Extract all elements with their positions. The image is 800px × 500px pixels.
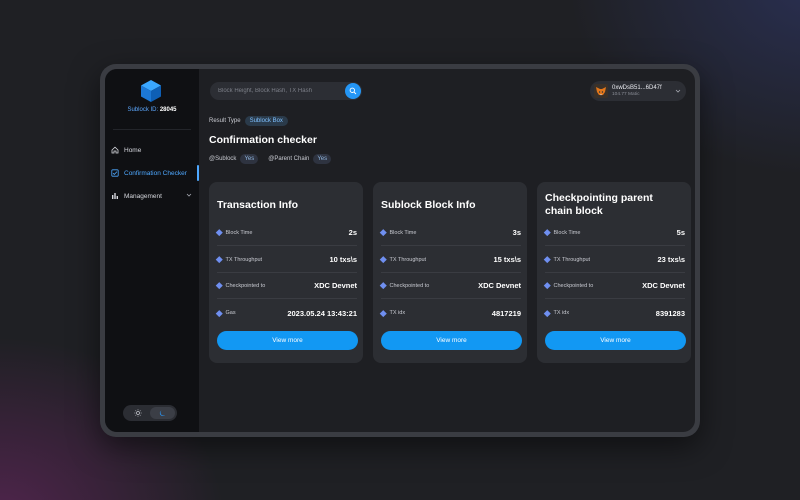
card-row: Checkpointed to XDC Devnet xyxy=(380,273,521,299)
row-value: 15 txs\s xyxy=(493,255,521,264)
card-row: TX Throughput 23 txs\s xyxy=(544,247,685,273)
row-label: Checkpointed to xyxy=(225,282,266,289)
chevron-down-icon xyxy=(186,193,192,197)
diamond-bullet-icon xyxy=(216,309,223,317)
app-screen: Sublock ID: 28045 Home Confirmation Chec… xyxy=(105,69,695,432)
row-label: Checkpointed to xyxy=(553,282,594,289)
diamond-bullet-icon xyxy=(544,229,551,236)
chevron-down-icon xyxy=(675,89,681,93)
tag-value-badge: Yes xyxy=(313,154,332,164)
result-type-badge: Sublock Box xyxy=(244,116,288,126)
result-type: Result Type Sublock Box xyxy=(209,116,288,126)
checkpointing-parent-chain-block-card: Checkpointing parent chain block Block T… xyxy=(537,182,691,363)
row-value: XDC Devnet xyxy=(642,281,685,290)
diamond-bullet-icon xyxy=(544,256,551,263)
page-title: Confirmation checker xyxy=(209,134,317,146)
transaction-info-card: Transaction Info Block Time 2s TX Throug… xyxy=(209,182,363,363)
card-row: TX idx 8391283 xyxy=(544,300,685,326)
row-label: Checkpointed to xyxy=(389,282,430,289)
moon-icon xyxy=(159,410,165,417)
card-row: Checkpointed to XDC Devnet xyxy=(216,273,357,299)
light-theme-button[interactable] xyxy=(125,407,150,419)
row-value: 23 txs\s xyxy=(657,255,685,264)
wallet-account-button[interactable]: 0xwDsB51...6D47f 104.77 Matic xyxy=(590,81,686,101)
parent-chain-tag: @Parent Chain Yes xyxy=(268,154,332,164)
sun-icon xyxy=(133,409,142,417)
card-row: Checkpointed to XDC Devnet xyxy=(544,273,685,299)
card-row: TX Throughput 10 txs\s xyxy=(216,247,357,273)
diamond-bullet-icon xyxy=(380,256,387,263)
row-label: TX idx xyxy=(389,310,406,316)
sidebar-item-confirmation-checker[interactable]: Confirmation Checker xyxy=(105,165,199,181)
sidebar-item-label: Home xyxy=(124,146,142,154)
card-row: TX idx 4817219 xyxy=(380,300,521,326)
diamond-bullet-icon xyxy=(216,229,223,236)
row-label: Block Time xyxy=(553,229,581,236)
row-label: Block Time xyxy=(389,229,417,236)
search-button[interactable] xyxy=(345,83,361,99)
search-icon xyxy=(349,87,357,95)
diamond-bullet-icon xyxy=(380,282,387,289)
sublock-id-value: 28045 xyxy=(159,107,177,113)
row-value: XDC Devnet xyxy=(314,281,357,290)
diamond-bullet-icon xyxy=(380,309,387,317)
wallet-info: 0xwDsB51...6D47f 104.77 Matic xyxy=(612,85,662,98)
home-icon xyxy=(111,146,119,154)
diamond-bullet-icon xyxy=(544,282,551,289)
row-value: XDC Devnet xyxy=(478,281,521,290)
tag-label: @Sublock xyxy=(209,156,237,162)
metamask-fox-icon xyxy=(594,84,608,98)
diamond-bullet-icon xyxy=(380,229,387,236)
card-row: Block Time 3s xyxy=(380,220,521,246)
row-value: 2s xyxy=(348,228,357,237)
sidebar-item-label: Confirmation Checker xyxy=(124,169,187,177)
tag-label: @Parent Chain xyxy=(268,156,310,162)
row-value: 2023.05.24 13:43:21 xyxy=(287,308,357,318)
search-bar xyxy=(210,82,362,100)
result-type-label: Result Type xyxy=(209,118,241,124)
row-label: TX Throughput xyxy=(553,256,591,263)
sublock-tag: @Sublock Yes xyxy=(209,154,259,164)
row-label: TX Throughput xyxy=(225,256,263,263)
card-row: Block Time 5s xyxy=(544,220,685,246)
sublock-block-info-card: Sublock Block Info Block Time 3s TX Thro… xyxy=(373,182,527,363)
device-frame: Sublock ID: 28045 Home Confirmation Chec… xyxy=(100,64,700,437)
row-value: 8391283 xyxy=(655,308,685,318)
row-label: TX Throughput xyxy=(389,256,427,263)
card-row: TX Throughput 15 txs\s xyxy=(380,247,521,273)
wallet-balance: 104.77 Matic xyxy=(612,91,640,97)
cube-logo-icon xyxy=(141,80,161,102)
checklist-icon xyxy=(111,169,119,177)
view-more-button[interactable]: View more xyxy=(381,331,522,350)
main-content: 0xwDsB51...6D47f 104.77 Matic Result Typ… xyxy=(199,69,695,432)
sidebar: Sublock ID: 28045 Home Confirmation Chec… xyxy=(105,69,199,432)
view-more-button[interactable]: View more xyxy=(217,331,358,350)
sublock-id-label: Sublock ID: xyxy=(127,107,159,113)
sidebar-item-management[interactable]: Management xyxy=(105,189,199,203)
search-input[interactable] xyxy=(210,88,340,94)
row-value: 4817219 xyxy=(491,308,521,318)
bar-chart-icon xyxy=(111,192,119,200)
row-value: 5s xyxy=(676,228,685,237)
sidebar-item-label: Management xyxy=(124,192,162,200)
sidebar-item-home[interactable]: Home xyxy=(105,143,199,157)
card-row: Gas 2023.05.24 13:43:21 xyxy=(216,300,357,326)
theme-toggle[interactable] xyxy=(123,405,177,421)
row-label: Block Time xyxy=(225,229,253,236)
dark-theme-button[interactable] xyxy=(150,407,175,419)
wallet-address: 0xwDsB51...6D47f xyxy=(612,84,662,91)
row-label: Gas xyxy=(225,310,236,316)
diamond-bullet-icon xyxy=(216,256,223,263)
diamond-bullet-icon xyxy=(544,309,551,317)
card-row: Block Time 2s xyxy=(216,220,357,246)
sublock-id: Sublock ID: 28045 xyxy=(105,107,199,113)
row-label: TX idx xyxy=(553,310,570,316)
sidebar-divider xyxy=(113,129,191,130)
view-more-button[interactable]: View more xyxy=(545,331,686,350)
row-value: 3s xyxy=(512,228,521,237)
tag-value-badge: Yes xyxy=(240,154,259,164)
row-value: 10 txs\s xyxy=(329,255,357,264)
diamond-bullet-icon xyxy=(216,282,223,289)
confirmation-tags: @Sublock Yes @Parent Chain Yes xyxy=(209,154,341,164)
